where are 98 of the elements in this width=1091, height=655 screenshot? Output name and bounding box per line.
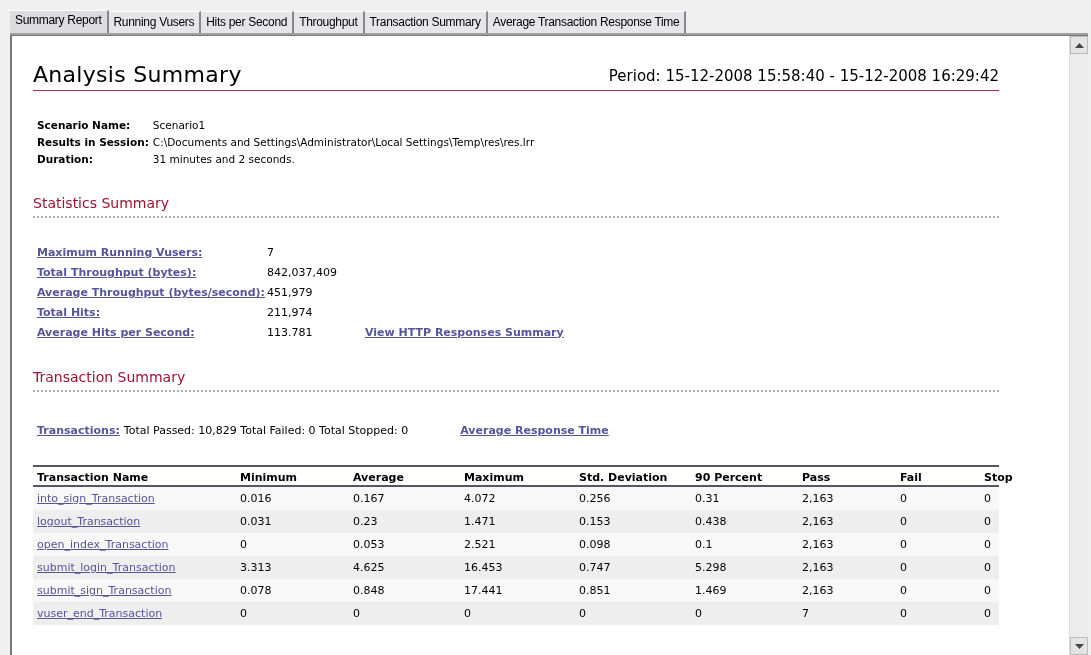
table-cell: 0.438 (695, 515, 727, 528)
table-cell: 0 (900, 492, 907, 505)
table-cell: 7 (802, 607, 809, 620)
table-cell: 5.298 (695, 561, 727, 574)
stat-link[interactable]: Average Throughput (bytes/second): (37, 286, 265, 299)
info-value: C:\Documents and Settings\Administrator\Local Settings\Temp\res\res.lrr (152, 136, 536, 148)
stat-value: 451,979 (266, 286, 314, 299)
transaction-link[interactable]: submit_login_Transaction (37, 561, 176, 574)
transactions-link[interactable]: Transactions: (37, 424, 120, 437)
table-cell: 0 (464, 607, 471, 620)
column-header: Average (353, 471, 404, 484)
info-label: Duration: (37, 153, 94, 165)
table-cell: 0 (900, 607, 907, 620)
table-cell: 0 (900, 538, 907, 551)
column-header: 90 Percent (695, 471, 763, 484)
table-cell: 16.453 (464, 561, 503, 574)
transaction-link[interactable]: logout_Transaction (37, 515, 141, 528)
table-cell: 0 (695, 607, 702, 620)
table-cell: 0.31 (695, 492, 720, 505)
scrollbar[interactable] (1069, 36, 1088, 655)
tab[interactable]: Average Transaction Response Time (487, 11, 687, 33)
column-header: Minimum (240, 471, 298, 484)
table-cell: 0 (240, 538, 247, 551)
table-cell: 0.078 (240, 584, 272, 597)
column-header: Stop (984, 471, 1013, 484)
table-cell: 0 (579, 607, 586, 620)
table-cell: 0 (984, 584, 991, 597)
table-cell: 0 (984, 538, 991, 551)
column-header: Std. Deviation (579, 471, 668, 484)
responses-link[interactable]: View HTTP Responses Summary (365, 326, 564, 339)
section-heading: Transaction Summary (33, 369, 999, 392)
stat-value: 842,037,409 (266, 266, 338, 279)
transaction-link[interactable]: open_index_Transaction (37, 538, 169, 551)
table-cell: 0.031 (240, 515, 272, 528)
table-cell: 0 (353, 607, 360, 620)
scroll-up-button[interactable] (1070, 36, 1088, 54)
info-label: Results in Session: (37, 136, 149, 148)
table-cell: 0.016 (240, 492, 272, 505)
stat-value: 113.781 (266, 326, 314, 339)
tab[interactable]: Transaction Summary (364, 11, 488, 33)
table-cell: 0 (984, 515, 991, 528)
stat-link[interactable]: Maximum Running Vusers: (37, 246, 203, 259)
table-cell: 0.848 (353, 584, 385, 597)
table-cell: 0 (984, 561, 991, 574)
table-cell: 2,163 (802, 515, 834, 528)
table-cell: 0.053 (353, 538, 385, 551)
table-cell: 2,163 (802, 538, 834, 551)
tab[interactable]: Throughput (294, 11, 365, 33)
stat-link[interactable]: Average Hits per Second: (37, 326, 195, 339)
table-cell: 0 (240, 607, 247, 620)
stat-value: 7 (266, 246, 275, 259)
table-cell: 0.153 (579, 515, 611, 528)
table-cell: 1.471 (464, 515, 496, 528)
table-cell: 17.441 (464, 584, 503, 597)
stat-value: 211,974 (266, 306, 314, 319)
table-cell: 3.313 (240, 561, 272, 574)
stat-link[interactable]: Total Throughput (bytes): (37, 266, 197, 279)
table-cell: 2.521 (464, 538, 496, 551)
tab[interactable]: Summary Report (10, 10, 109, 33)
table-cell: 0.851 (579, 584, 611, 597)
up-arrow-icon (1074, 42, 1084, 48)
totals-text: Total Passed: 10,829 Total Failed: 0 Total Stopped: 0 (123, 424, 409, 437)
table-cell: 0 (984, 607, 991, 620)
table-cell: 4.625 (353, 561, 385, 574)
section-heading: Statistics Summary (33, 195, 999, 218)
column-header: Pass (802, 471, 831, 484)
table-cell: 2,163 (802, 584, 834, 597)
table-cell: 0.23 (353, 515, 378, 528)
table-cell: 2,163 (802, 561, 834, 574)
column-header: Transaction Name (37, 471, 149, 484)
scroll-down-button[interactable] (1070, 637, 1088, 655)
transaction-link[interactable]: vuser_end_Transaction (37, 607, 163, 620)
table-cell: 0 (900, 584, 907, 597)
table-cell: 0.747 (579, 561, 611, 574)
column-header: Maximum (464, 471, 524, 484)
info-value: Scenario1 (152, 119, 207, 131)
table-cell: 2,163 (802, 492, 834, 505)
stat-link[interactable]: Total Hits: (37, 306, 101, 319)
tab[interactable]: Hits per Second (201, 11, 295, 33)
info-value: 31 minutes and 2 seconds. (152, 153, 296, 165)
table-cell: 0.256 (579, 492, 611, 505)
table-cell: 0 (900, 515, 907, 528)
table-cell: 1.469 (695, 584, 727, 597)
transaction-link[interactable]: submit_sign_Transaction (37, 584, 172, 597)
response-time-link[interactable]: Average Response Time (460, 424, 609, 437)
column-header: Fail (900, 471, 922, 484)
transaction-link[interactable]: into_sign_Transaction (37, 492, 155, 505)
table-cell: 0.098 (579, 538, 611, 551)
table-cell: 0 (984, 492, 991, 505)
period-text: Period: 15-12-2008 15:58:40 - 15-12-2008 16:29:42 (608, 67, 999, 87)
report-title: Analysis Summary (33, 62, 242, 87)
table-cell: 0.167 (353, 492, 385, 505)
table-cell: 0 (900, 561, 907, 574)
table-cell: 0.1 (695, 538, 713, 551)
tab[interactable]: Running Vusers (108, 11, 202, 33)
info-label: Scenario Name: (37, 119, 132, 131)
table-cell: 4.072 (464, 492, 496, 505)
down-arrow-icon (1074, 643, 1084, 649)
